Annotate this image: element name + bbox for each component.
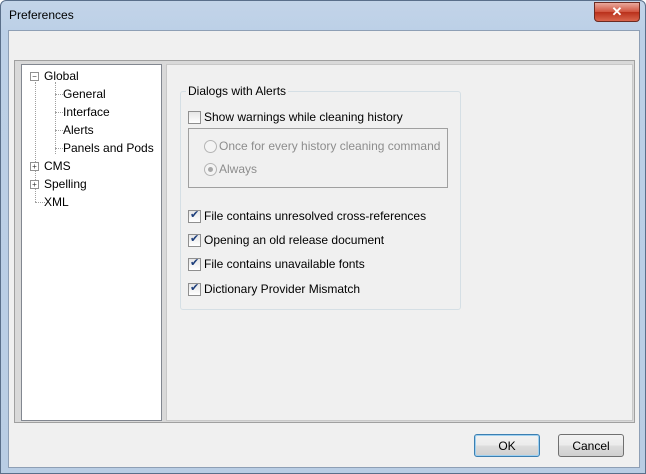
collapse-icon[interactable]: − xyxy=(30,72,39,81)
category-tree[interactable]: − Global General Interface Alerts Panels… xyxy=(21,64,162,421)
warning-frequency-group: Once for every history cleaning command … xyxy=(188,128,448,188)
always-radio[interactable] xyxy=(204,163,217,176)
dictionary-mismatch-label[interactable]: Dictionary Provider Mismatch xyxy=(204,282,360,296)
cancel-button[interactable]: Cancel xyxy=(558,434,624,457)
tree-item-alerts[interactable]: Alerts xyxy=(63,122,94,138)
expand-icon[interactable]: + xyxy=(30,180,39,189)
tree-connector xyxy=(55,112,63,113)
tree-item-interface[interactable]: Interface xyxy=(63,104,110,120)
old-release-label[interactable]: Opening an old release document xyxy=(204,233,384,247)
tree-item-general[interactable]: General xyxy=(63,86,106,102)
tree-connector xyxy=(55,82,56,154)
show-warnings-checkbox[interactable] xyxy=(188,111,201,124)
tree-item-xml[interactable]: XML xyxy=(44,194,69,210)
tree-connector xyxy=(55,148,63,149)
tree-item-spelling[interactable]: Spelling xyxy=(44,176,87,192)
ok-label: OK xyxy=(498,438,516,453)
tree-item-panels-and-pods[interactable]: Panels and Pods xyxy=(63,140,154,156)
cancel-label: Cancel xyxy=(572,438,610,453)
once-per-command-label[interactable]: Once for every history cleaning command xyxy=(219,139,440,153)
once-per-command-radio[interactable] xyxy=(204,140,217,153)
dictionary-mismatch-checkbox[interactable] xyxy=(188,281,201,296)
alerts-panel: Dialogs with Alerts Show warnings while … xyxy=(166,64,633,421)
unavailable-fonts-checkbox[interactable] xyxy=(188,256,201,271)
old-release-checkbox[interactable] xyxy=(188,232,201,247)
dialog-client-area: − Global General Interface Alerts Panels… xyxy=(8,30,640,468)
unresolved-xrefs-label[interactable]: File contains unresolved cross-reference… xyxy=(204,209,426,223)
show-warnings-label[interactable]: Show warnings while cleaning history xyxy=(204,110,403,124)
always-label[interactable]: Always xyxy=(219,162,257,176)
title-bar[interactable]: Preferences ✕ xyxy=(1,1,645,29)
unresolved-xrefs-checkbox[interactable] xyxy=(188,208,201,223)
close-button[interactable]: ✕ xyxy=(594,2,640,22)
group-title: Dialogs with Alerts xyxy=(186,84,289,98)
tree-item-global[interactable]: Global xyxy=(44,68,79,84)
content-area: − Global General Interface Alerts Panels… xyxy=(14,60,635,423)
tree-item-cms[interactable]: CMS xyxy=(44,158,71,174)
close-icon: ✕ xyxy=(611,4,623,19)
unavailable-fonts-label[interactable]: File contains unavailable fonts xyxy=(204,257,365,271)
expand-icon[interactable]: + xyxy=(30,162,39,171)
ok-button[interactable]: OK xyxy=(474,434,540,457)
preferences-window: Preferences ✕ − Global General Interface… xyxy=(0,0,646,474)
tree-connector xyxy=(55,130,63,131)
window-title: Preferences xyxy=(9,8,74,22)
dialogs-with-alerts-group: Dialogs with Alerts Show warnings while … xyxy=(180,84,461,310)
tree-connector xyxy=(55,94,63,95)
